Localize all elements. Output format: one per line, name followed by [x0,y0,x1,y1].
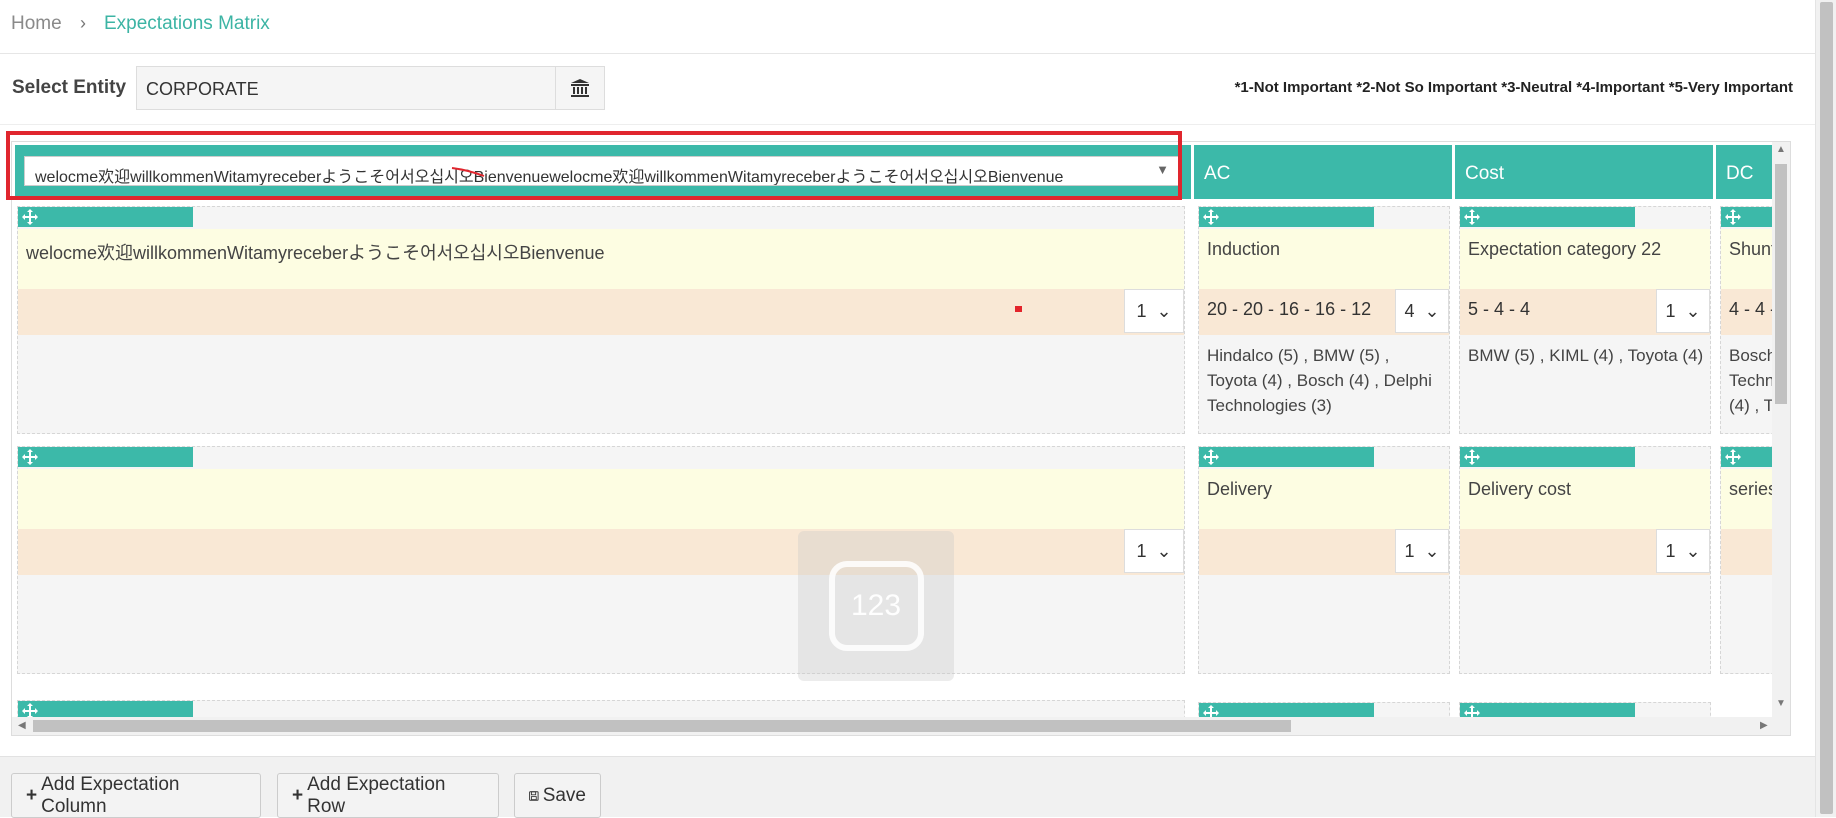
drag-handle[interactable] [1460,207,1635,227]
save-button[interactable]: Save [514,773,601,818]
chevron-down-icon: ⌄ [1156,300,1172,321]
cell-customers: BMW (5) , KIML (4) , Toyota (4) [1468,346,1704,365]
move-icon [22,209,38,225]
plus-icon: + [26,784,38,806]
add-column-label: Add Expectation Column [41,773,180,817]
row-rating-bar: 1 ⌄ [18,529,1184,575]
watermark-text: 123 [828,561,924,651]
move-icon [22,449,38,465]
rating-value: 1 [1404,540,1415,561]
cell-title[interactable]: Delivery [1199,469,1449,529]
cell-scores: 20 - 20 - 16 - 16 - 12 4 ⌄ [1199,289,1449,335]
move-icon [1203,449,1219,465]
rating-value: 4 [1404,300,1415,321]
rating-select[interactable]: 1 ⌄ [1656,529,1710,573]
rating-select[interactable]: 1 ⌄ [1124,529,1184,573]
vertical-scroll-thumb[interactable] [1775,164,1787,404]
cell-title[interactable]: Expectation category 22 [1460,229,1710,289]
add-row-label: Add Expectation Row [307,773,446,817]
rating-value: 1 [1665,300,1676,321]
watermark: 123 [798,531,954,681]
entity-selector-row: Select Entity CORPORATE *1-Not Important… [0,55,1815,125]
breadcrumb: Home › Expectations Matrix [0,0,1815,54]
move-icon [1725,209,1741,225]
cell-scores-text: 20 - 20 - 16 - 16 - 12 [1207,299,1372,319]
row-title[interactable]: welocme欢迎willkommenWitamyreceberようこそ어서오십… [18,229,1184,289]
cell-title[interactable]: Delivery cost [1460,469,1710,529]
scroll-up-icon[interactable]: ▲ [1776,144,1786,155]
column-header-cost[interactable]: Cost [1455,145,1713,199]
scroll-down-icon[interactable]: ▼ [1776,698,1786,709]
cell-scores: 5 - 4 - 4 1 ⌄ [1460,289,1710,335]
add-expectation-column-button[interactable]: + Add Expectation Column [11,773,261,818]
scroll-left-icon[interactable]: ◀ [18,720,26,731]
row-header-select[interactable]: welocme欢迎willkommenWitamyreceberようこそ어서오십… [24,156,1180,186]
move-icon [1464,209,1480,225]
row-cell: 1 ⌄ [17,446,1185,674]
cell-scores-text: 5 - 4 - 4 [1468,299,1531,319]
drag-handle[interactable] [1199,447,1374,467]
breadcrumb-home-link[interactable]: Home [11,13,62,35]
drag-handle[interactable] [18,447,193,467]
drag-handle[interactable] [1460,447,1635,467]
rating-value: 1 [1665,540,1676,561]
entity-input[interactable]: CORPORATE [136,66,556,110]
breadcrumb-current[interactable]: Expectations Matrix [104,13,270,35]
cell-scores: 1 ⌄ [1199,529,1449,575]
rating-select[interactable]: 1 ⌄ [1656,289,1710,333]
row-title[interactable] [18,469,1184,529]
matrix-horizontal-scrollbar[interactable]: ◀ ▶ [12,717,1790,735]
move-icon [1725,449,1741,465]
chevron-down-icon: ⌄ [1424,300,1440,321]
chevron-down-icon: ⌄ [1685,300,1701,321]
matrix-cell: Delivery cost 1 ⌄ [1459,446,1711,674]
row-cell: welocme欢迎willkommenWitamyreceberようこそ어서오십… [17,206,1185,434]
chevron-down-icon: ⌄ [1685,540,1701,561]
dropdown-caret-icon: ▼ [1156,162,1169,177]
chevron-down-icon: ⌄ [1424,540,1440,561]
scroll-right-icon[interactable]: ▶ [1760,720,1768,731]
chevron-right-icon: › [80,13,86,33]
footer-toolbar: + Add Expectation Column + Add Expectati… [0,756,1815,818]
drag-handle[interactable] [18,207,193,227]
move-icon [1203,209,1219,225]
rating-value: 1 [1136,300,1147,321]
cell-title[interactable]: Induction [1199,229,1449,289]
move-icon [1464,449,1480,465]
row-header-select-value: welocme欢迎willkommenWitamyreceberようこそ어서오십… [35,169,1064,186]
plus-icon: + [292,784,304,806]
matrix-cell: Induction 20 - 20 - 16 - 16 - 12 4 ⌄ Hin… [1198,206,1450,434]
entity-picker-button[interactable] [555,66,605,110]
page-vertical-scrollbar[interactable] [1815,0,1836,817]
save-label: Save [542,784,586,806]
matrix-vertical-scrollbar[interactable]: ▲ ▼ [1772,142,1790,735]
bank-icon [571,79,589,97]
add-expectation-row-button[interactable]: + Add Expectation Row [277,773,499,818]
red-annotation-dot [1015,306,1022,312]
horizontal-scroll-thumb[interactable] [33,720,1291,732]
save-icon [529,790,539,801]
importance-legend: *1-Not Important *2-Not So Important *3-… [1234,79,1793,96]
rating-select[interactable]: 1 ⌄ [1124,289,1184,333]
rating-select[interactable]: 1 ⌄ [1395,529,1449,573]
column-header-ac[interactable]: AC [1194,145,1452,199]
rating-value: 1 [1136,540,1147,561]
drag-handle[interactable] [1199,207,1374,227]
row-rating-bar: 1 ⌄ [18,289,1184,335]
red-annotation-mark [451,167,485,177]
rating-select[interactable]: 4 ⌄ [1395,289,1449,333]
matrix-cell: Delivery 1 ⌄ [1198,446,1450,674]
chevron-down-icon: ⌄ [1156,540,1172,561]
select-entity-label: Select Entity [12,77,127,98]
cell-customers: Hindalco (5) , BMW (5) , Toyota (4) , Bo… [1207,346,1432,415]
matrix-cell: Expectation category 22 5 - 4 - 4 1 ⌄ BM… [1459,206,1711,434]
cell-scores: 1 ⌄ [1460,529,1710,575]
page-scroll-thumb[interactable] [1820,2,1833,814]
